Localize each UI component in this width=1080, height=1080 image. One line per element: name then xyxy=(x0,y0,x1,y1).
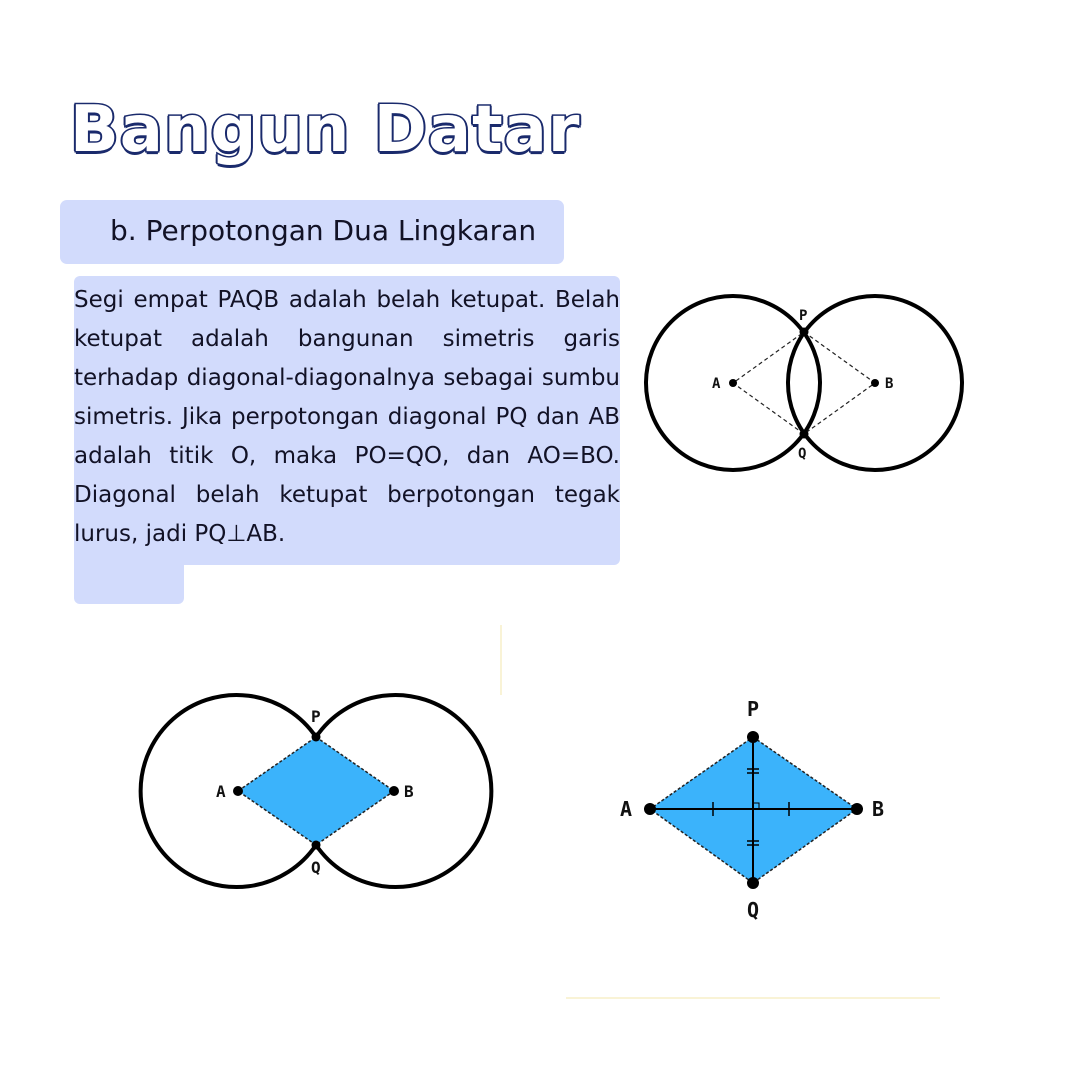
point-p xyxy=(747,731,759,743)
label-p: P xyxy=(747,697,759,721)
point-b xyxy=(871,379,879,387)
label-p: P xyxy=(799,308,807,324)
point-q xyxy=(311,840,321,850)
point-a xyxy=(729,379,737,387)
label-b: B xyxy=(872,797,884,821)
diagram-rhombus-diagonals: P Q A B xyxy=(620,697,884,922)
label-q: Q xyxy=(798,446,806,462)
label-b: B xyxy=(404,782,414,801)
label-b: B xyxy=(885,376,893,392)
label-q: Q xyxy=(311,858,321,877)
diagram-outer-arcs-rhombus: P Q A B xyxy=(138,693,494,889)
label-q: Q xyxy=(747,898,759,922)
rhombus-outline xyxy=(731,331,877,435)
label-a: A xyxy=(620,797,632,821)
point-b xyxy=(851,803,863,815)
rhombus-filled xyxy=(236,736,396,846)
point-b xyxy=(389,786,399,796)
point-a xyxy=(233,786,243,796)
geometry-diagrams: P Q A B P Q A B P Q A B xyxy=(138,294,964,999)
label-p: P xyxy=(311,707,321,726)
label-a: A xyxy=(216,782,226,801)
point-q xyxy=(799,429,809,439)
point-p xyxy=(799,327,809,337)
point-q xyxy=(747,877,759,889)
point-a xyxy=(644,803,656,815)
diagram-intersecting-circles: P Q A B xyxy=(644,294,964,472)
label-a: A xyxy=(712,376,721,392)
point-p xyxy=(311,732,321,742)
